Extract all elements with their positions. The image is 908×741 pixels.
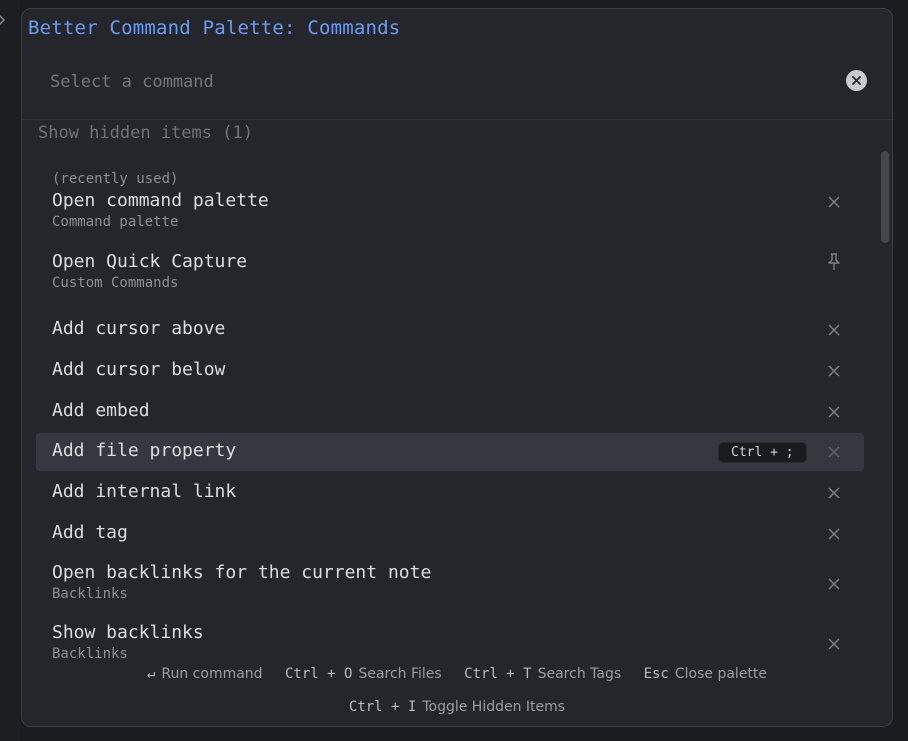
palette-title: Better Command Palette: Commands bbox=[28, 17, 401, 39]
command-title: Add cursor below bbox=[52, 359, 226, 380]
command-title: Open Quick Capture bbox=[52, 251, 248, 272]
close-icon[interactable] bbox=[823, 360, 845, 382]
hint-row-1: ↵ Run command Ctrl + O Search Files Ctrl +… bbox=[22, 661, 892, 694]
command-title: Add embed bbox=[52, 400, 150, 421]
command-palette-modal: Better Command Palette: Commands Show hi… bbox=[21, 8, 893, 727]
hint-description: Run command bbox=[161, 666, 263, 682]
keyboard-hints: ↵ Run command Ctrl + O Search Files Ctrl +… bbox=[22, 661, 892, 726]
command-title: Open command palette bbox=[52, 190, 269, 211]
close-icon[interactable] bbox=[823, 441, 845, 463]
chevron-right-icon bbox=[0, 14, 6, 30]
hint-key: Ctrl + O bbox=[285, 666, 353, 682]
pin-icon[interactable] bbox=[823, 251, 845, 273]
hint-key: Ctrl + I bbox=[348, 699, 417, 715]
list-item[interactable]: Show backlinks Backlinks bbox=[36, 622, 864, 664]
list-item[interactable]: Add cursor above bbox=[36, 314, 864, 344]
command-title: Add tag bbox=[52, 522, 128, 543]
search-row bbox=[22, 57, 892, 120]
hint-description: Search Tags bbox=[537, 666, 622, 682]
list-item[interactable]: Add embed bbox=[36, 396, 864, 426]
command-plugin-label: Command palette bbox=[52, 214, 179, 230]
command-title: Add internal link bbox=[52, 481, 237, 502]
close-icon[interactable] bbox=[823, 401, 845, 423]
show-hidden-items-link[interactable]: Show hidden items (1) bbox=[38, 123, 253, 143]
list-item-selected[interactable]: Add file property Ctrl + ; bbox=[36, 433, 864, 471]
editor-edge bbox=[0, 0, 20, 741]
hint-key: Esc bbox=[643, 666, 669, 682]
close-icon[interactable] bbox=[823, 523, 845, 545]
command-title: Add file property bbox=[52, 440, 237, 461]
recently-used-label: (recently used) bbox=[52, 171, 179, 187]
list-item[interactable]: Open backlinks for the current note Back… bbox=[36, 562, 864, 604]
close-icon[interactable] bbox=[823, 573, 845, 595]
clear-search-button[interactable] bbox=[846, 70, 867, 91]
list-scrollbar[interactable] bbox=[881, 151, 889, 243]
command-title: Open backlinks for the current note bbox=[52, 562, 432, 583]
close-icon[interactable] bbox=[823, 633, 845, 655]
close-icon[interactable] bbox=[823, 482, 845, 504]
command-title: Add cursor above bbox=[52, 318, 226, 339]
hotkey-badge: Ctrl + ; bbox=[718, 442, 807, 463]
hint-row-2: Ctrl + I Toggle Hidden Items bbox=[22, 694, 892, 726]
close-icon[interactable] bbox=[823, 319, 845, 341]
close-icon[interactable] bbox=[823, 191, 845, 213]
command-search-input[interactable] bbox=[50, 67, 830, 97]
hint-description: Close palette bbox=[674, 666, 768, 682]
command-plugin-label: Backlinks bbox=[52, 646, 128, 662]
list-item[interactable]: Add cursor below bbox=[36, 355, 864, 385]
list-item[interactable]: Open Quick Capture Custom Commands bbox=[36, 251, 864, 291]
command-plugin-label: Custom Commands bbox=[52, 275, 179, 291]
command-title: Show backlinks bbox=[52, 622, 204, 643]
list-item[interactable]: (recently used) Open command palette Com… bbox=[36, 171, 864, 230]
hint-key: Ctrl + T bbox=[464, 666, 532, 682]
list-item[interactable]: Add internal link bbox=[36, 477, 864, 507]
command-list: (recently used) Open command palette Com… bbox=[36, 169, 866, 662]
hint-description: Search Files bbox=[358, 666, 442, 682]
close-icon bbox=[852, 76, 861, 85]
list-item[interactable]: Add tag bbox=[36, 518, 864, 548]
command-plugin-label: Backlinks bbox=[52, 586, 128, 602]
hint-description: Toggle Hidden Items bbox=[422, 699, 566, 715]
hint-key: ↵ bbox=[146, 666, 156, 682]
